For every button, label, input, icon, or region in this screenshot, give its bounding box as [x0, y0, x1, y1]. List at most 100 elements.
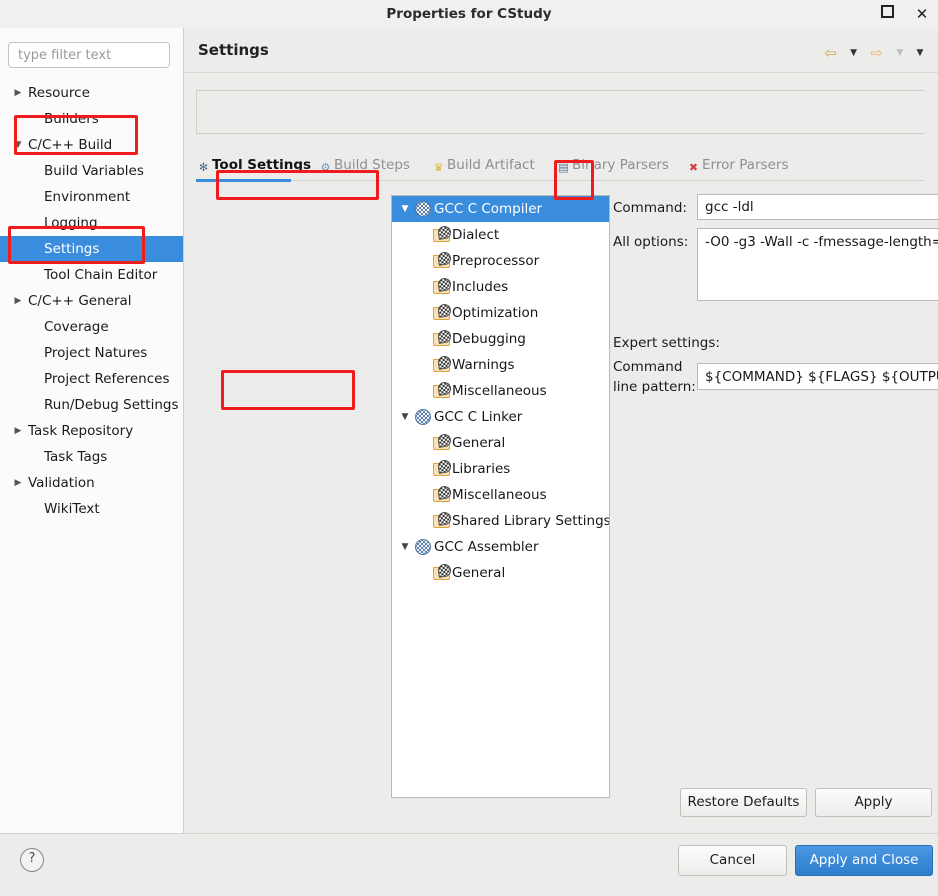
tool-tree-item-label: General [452, 565, 506, 581]
tab-build-artifact[interactable]: ♛ Build Artifact [431, 150, 535, 180]
settings-main-panel: Settings ⇦ ▼ ⇨ ▼ ▼ ✻ Tool Settings ⚙ Build … [184, 28, 938, 833]
folder-icon [433, 225, 452, 243]
sidebar-item-label: WikiText [44, 501, 100, 517]
command-line-pattern-input[interactable] [697, 363, 938, 390]
sidebar-item-task-repository[interactable]: ▶ Task Repository [0, 418, 183, 444]
header-divider [184, 72, 938, 73]
tool-tree-item-general[interactable]: General [392, 560, 609, 586]
command-label: Command: [613, 200, 687, 216]
expert-settings-label: Expert settings: [613, 335, 720, 351]
tool-tree-item-label: Debugging [452, 331, 526, 347]
sidebar-item-settings[interactable]: Settings [0, 236, 183, 262]
tool-tree-item-warnings[interactable]: Warnings [392, 352, 609, 378]
forward-arrow-icon[interactable]: ⇨ [866, 42, 888, 64]
sidebar-item-task-tags[interactable]: Task Tags [0, 444, 183, 470]
tool-tree-item-shared-library-settings[interactable]: Shared Library Settings [392, 508, 609, 534]
restore-defaults-button[interactable]: Restore Defaults [680, 788, 807, 817]
tab-error-parsers[interactable]: ✖ Error Parsers [686, 150, 789, 180]
sidebar-item-label: Logging [44, 215, 98, 231]
sidebar-item-logging[interactable]: Logging [0, 210, 183, 236]
tool-tree-item-miscellaneous[interactable]: Miscellaneous [392, 378, 609, 404]
tab-bar: ✻ Tool Settings ⚙ Build Steps ♛ Build Artifac… [196, 150, 924, 182]
filter-input[interactable] [8, 42, 170, 68]
tab-label: Tool Settings [212, 157, 312, 173]
chevron-right-icon[interactable]: ▶ [12, 288, 24, 314]
tab-label: Build Steps [334, 157, 410, 173]
all-options-label: All options: [613, 234, 689, 250]
window-title: Properties for CStudy [386, 6, 552, 22]
chevron-right-icon[interactable]: ▶ [12, 80, 24, 106]
sidebar-item-label: Build Variables [44, 163, 144, 179]
sidebar-item-wikitext[interactable]: WikiText [0, 496, 183, 522]
tool-tree-item-gcc-assembler[interactable]: ▼ GCC Assembler [392, 534, 609, 560]
sidebar-item-label: Validation [28, 475, 95, 491]
command-input[interactable] [697, 194, 938, 220]
tab-build-steps[interactable]: ⚙ Build Steps [318, 150, 410, 180]
active-tab-indicator [196, 179, 291, 182]
sidebar-item-build-variables[interactable]: Build Variables [0, 158, 183, 184]
folder-icon [433, 329, 452, 347]
tool-tree-item-dialect[interactable]: Dialect [392, 222, 609, 248]
tab-tool-settings[interactable]: ✻ Tool Settings [196, 150, 311, 180]
tool-tree-item-debugging[interactable]: Debugging [392, 326, 609, 352]
back-dropdown-icon[interactable]: ▼ [846, 42, 862, 64]
sidebar-item-coverage[interactable]: Coverage [0, 314, 183, 340]
command-line-pattern-label-line2: line pattern: [613, 379, 696, 395]
sidebar-item-label: Tool Chain Editor [44, 267, 158, 283]
trophy-icon: ♛ [433, 161, 444, 174]
chevron-down-icon[interactable]: ▼ [398, 404, 412, 430]
chevron-down-icon[interactable]: ▼ [398, 196, 412, 222]
navigation-controls: ⇦ ▼ ⇨ ▼ ▼ [819, 42, 928, 68]
sidebar-item-project-natures[interactable]: Project Natures [0, 340, 183, 366]
sidebar-item-label: Resource [28, 85, 90, 101]
back-arrow-icon[interactable]: ⇦ [819, 42, 841, 64]
forward-dropdown-icon[interactable]: ▼ [892, 42, 908, 64]
sidebar-item-label: Environment [44, 189, 131, 205]
folder-icon [433, 433, 452, 451]
sidebar-item-label: C/C++ General [28, 293, 132, 309]
cancel-button[interactable]: Cancel [678, 845, 787, 876]
apply-button[interactable]: Apply [815, 788, 932, 817]
tool-tree-item-preprocessor[interactable]: Preprocessor [392, 248, 609, 274]
sidebar-item-project-references[interactable]: Project References [0, 366, 183, 392]
chevron-right-icon[interactable]: ▶ [12, 418, 24, 444]
sidebar-item-environment[interactable]: Environment [0, 184, 183, 210]
close-icon[interactable]: ✕ [912, 5, 932, 23]
sidebar-item-c-c-build[interactable]: ▼ C/C++ Build [0, 132, 183, 158]
sidebar-tree: ▶ Resource Builders ▼ C/C++ Build Build Varia… [0, 80, 183, 522]
tool-tree-item-gcc-c-compiler[interactable]: ▼ GCC C Compiler [392, 196, 609, 222]
apply-and-close-button[interactable]: Apply and Close [795, 845, 933, 876]
folder-icon [433, 251, 452, 269]
chevron-down-icon[interactable]: ▼ [398, 534, 412, 560]
sidebar-item-tool-chain-editor[interactable]: Tool Chain Editor [0, 262, 183, 288]
tool-tree-item-optimization[interactable]: Optimization [392, 300, 609, 326]
folder-icon [433, 277, 452, 295]
tool-tree-item-gcc-c-linker[interactable]: ▼ GCC C Linker [392, 404, 609, 430]
sidebar-item-resource[interactable]: ▶ Resource [0, 80, 183, 106]
tool-tree-item-libraries[interactable]: Libraries [392, 456, 609, 482]
all-options-textarea[interactable]: -O0 -g3 -Wall -c -fmessage-length=0 [697, 228, 938, 301]
tool-tree-item-label: Optimization [452, 305, 539, 321]
sidebar-item-run-debug-settings[interactable]: Run/Debug Settings [0, 392, 183, 418]
help-icon[interactable]: ? [20, 848, 44, 872]
sidebar-item-label: Builders [44, 111, 99, 127]
sidebar-item-label: Task Repository [28, 423, 134, 439]
error-circle-icon: ✖ [688, 161, 699, 174]
gear-icon [414, 201, 431, 217]
sidebar-item-builders[interactable]: Builders [0, 106, 183, 132]
tool-settings-tree: ▼ GCC C Compiler Dialect Preprocessor Includ… [391, 195, 610, 798]
folder-icon [433, 459, 452, 477]
chevron-down-icon[interactable]: ▼ [12, 132, 24, 158]
tab-binary-parsers[interactable]: ▤ Binary Parsers [556, 150, 669, 180]
sidebar-item-c-c-general[interactable]: ▶ C/C++ General [0, 288, 183, 314]
maximize-icon[interactable] [877, 5, 897, 23]
tool-tree-item-general[interactable]: General [392, 430, 609, 456]
sidebar-item-label: Coverage [44, 319, 109, 335]
view-menu-icon[interactable]: ▼ [912, 42, 928, 64]
chevron-right-icon[interactable]: ▶ [12, 470, 24, 496]
sidebar-item-validation[interactable]: ▶ Validation [0, 470, 183, 496]
tool-tree-item-miscellaneous[interactable]: Miscellaneous [392, 482, 609, 508]
tool-icon: ✻ [198, 161, 209, 174]
tool-tree-item-includes[interactable]: Includes [392, 274, 609, 300]
tool-tree-item-label: GCC C Linker [434, 409, 523, 425]
